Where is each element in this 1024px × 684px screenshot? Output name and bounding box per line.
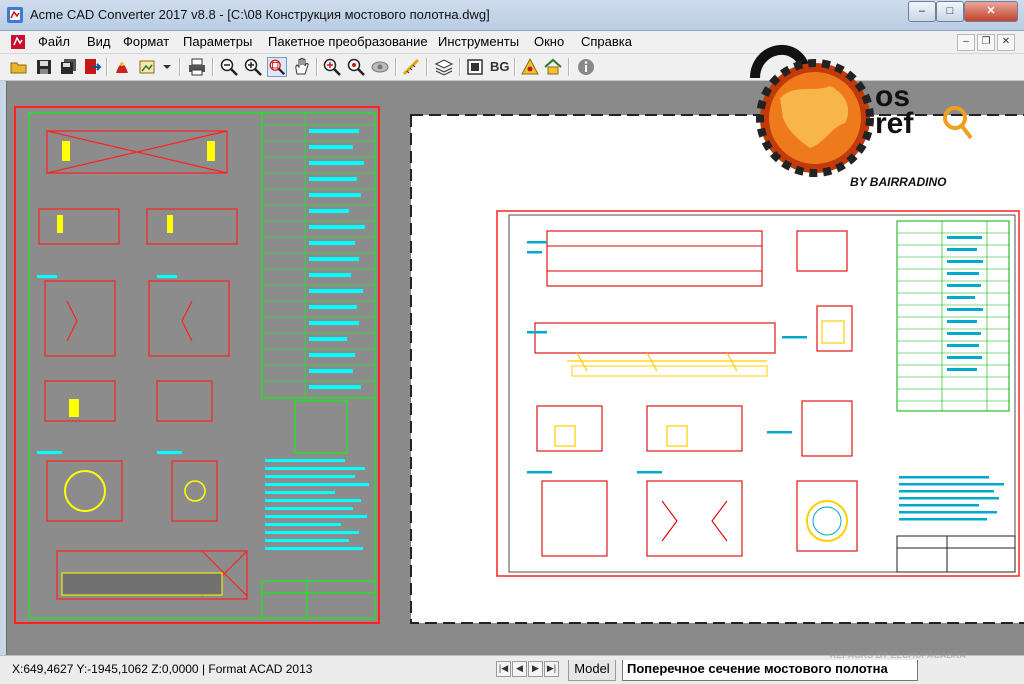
- menu-window[interactable]: Окно: [534, 34, 564, 49]
- toolbar-separator: [459, 58, 461, 76]
- black-background-icon[interactable]: [465, 57, 485, 77]
- toolbar-separator: [106, 58, 108, 76]
- zoom-extents-icon[interactable]: [322, 57, 342, 77]
- zoom-previous-icon[interactable]: [346, 57, 366, 77]
- first-layout-button[interactable]: |◀: [496, 661, 511, 677]
- save-icon[interactable]: [34, 57, 54, 77]
- prev-layout-button[interactable]: ◀: [512, 661, 527, 677]
- layer-icon[interactable]: [434, 57, 454, 77]
- close-button[interactable]: ✕: [964, 1, 1018, 22]
- measure-icon[interactable]: [401, 57, 421, 77]
- info-icon[interactable]: [576, 57, 596, 77]
- print-icon[interactable]: [187, 57, 207, 77]
- last-layout-button[interactable]: ▶|: [544, 661, 559, 677]
- image-convert-icon[interactable]: [138, 57, 158, 77]
- background-color-button[interactable]: BG: [490, 59, 510, 74]
- logo-text-bottom: ref: [875, 107, 914, 140]
- menu-file[interactable]: Файл: [38, 34, 70, 49]
- toolbar-separator: [316, 58, 318, 76]
- next-layout-button[interactable]: ▶: [528, 661, 543, 677]
- menu-batch-convert[interactable]: Пакетное преобразование: [268, 34, 428, 49]
- zoom-in-icon[interactable]: [243, 57, 263, 77]
- document-icon[interactable]: [10, 34, 26, 50]
- menu-format[interactable]: Формат: [123, 34, 169, 49]
- app-window: Acme CAD Converter 2017 v8.8 - [C:\08 Ко…: [0, 0, 1024, 684]
- mdi-close-button[interactable]: ✕: [997, 34, 1015, 51]
- toolbar-separator: [514, 58, 516, 76]
- left-drawing-sheet: [14, 106, 380, 624]
- layers-eye-icon[interactable]: [370, 57, 390, 77]
- tab-model[interactable]: Model: [568, 660, 616, 681]
- menu-tools[interactable]: Инструменты: [438, 34, 519, 49]
- tab-layout-cross-section[interactable]: Поперечное сечение мостового полотна: [622, 660, 918, 681]
- open-folder-icon[interactable]: [9, 57, 29, 77]
- logo-byline: BY BAIRRADINO: [850, 175, 947, 189]
- zoom-out-icon[interactable]: [219, 57, 239, 77]
- zoom-window-icon[interactable]: [267, 57, 287, 77]
- toolbar-separator: [179, 58, 181, 76]
- toolbar-separator: [395, 58, 397, 76]
- toolbar-separator: [212, 58, 214, 76]
- window-title: Acme CAD Converter 2017 v8.8 - [C:\08 Ко…: [30, 7, 490, 22]
- watermark-icon[interactable]: [520, 57, 540, 77]
- save-all-icon[interactable]: [59, 57, 79, 77]
- title-bar[interactable]: Acme CAD Converter 2017 v8.8 - [C:\08 Ко…: [0, 0, 1024, 31]
- menu-view[interactable]: Вид: [87, 34, 111, 49]
- osrefo-logo: os ref BY BAIRRADINO: [750, 45, 973, 189]
- pdf-convert-icon[interactable]: [112, 57, 132, 77]
- chevron-down-icon[interactable]: [161, 57, 173, 77]
- coordinates-readout: X:649,4627 Y:-1945,1062 Z:0,0000 | Forma…: [12, 662, 313, 676]
- menu-parameters[interactable]: Параметры: [183, 34, 252, 49]
- toolbar-separator: [568, 58, 570, 76]
- home-icon[interactable]: [543, 57, 563, 77]
- app-icon: [7, 7, 23, 23]
- mdi-restore-button[interactable]: ❐: [977, 34, 995, 51]
- maximize-button[interactable]: □: [936, 1, 964, 22]
- watermark-text: frepacks.ru: [776, 600, 884, 622]
- toolbar-separator: [426, 58, 428, 76]
- repack-watermark: REPACKS BY ELCHUPACABRA: [830, 650, 967, 660]
- minimize-button[interactable]: –: [908, 1, 936, 22]
- pan-icon[interactable]: [292, 57, 312, 77]
- convert-icon[interactable]: [82, 57, 102, 77]
- menu-help[interactable]: Справка: [581, 34, 632, 49]
